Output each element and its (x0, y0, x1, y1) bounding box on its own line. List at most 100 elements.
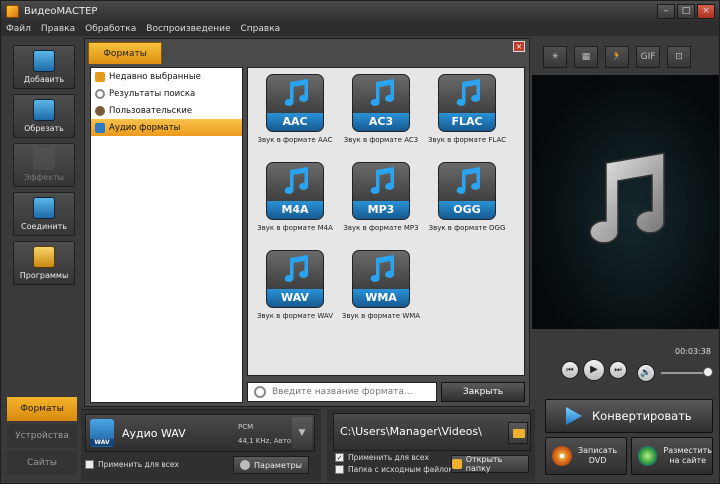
programs-label: Программы (19, 271, 69, 280)
format-tile-wav[interactable]: WAV Звук в формате WAV (254, 244, 336, 330)
category-search-results[interactable]: Результаты поиска (91, 85, 242, 102)
checkbox-box[interactable] (335, 465, 344, 474)
cut-button[interactable]: Обрезать (13, 94, 75, 138)
publish-site-line1: Разместить (663, 446, 712, 455)
m4a-caption: Звук в формате M4A (257, 224, 333, 232)
frame-icon[interactable]: ▦ (574, 46, 598, 68)
format-tile-mp3[interactable]: MP3 Звук в формате MP3 (340, 156, 422, 242)
category-recent-label: Недавно выбранные (109, 71, 201, 82)
burn-dvd-line2: DVD (588, 456, 607, 465)
title-bar: ВидеоМАСТЕР – □ × (1, 1, 719, 22)
mp3-caption: Звук в формате MP3 (343, 224, 419, 232)
next-button[interactable]: ⏭ (609, 361, 627, 379)
speed-icon[interactable]: 🏃 (605, 46, 629, 68)
menu-file[interactable]: Файл (1, 24, 36, 34)
output-path: C:\Users\Manager\Videos\ (340, 425, 482, 438)
category-audio-label: Аудио форматы (109, 122, 181, 133)
close-window-button[interactable]: × (697, 4, 715, 19)
ogg-caption: Звук в формате OGG (428, 224, 506, 232)
film-add-icon (33, 50, 55, 72)
publish-site-label: Разместить на сайте (663, 446, 712, 466)
format-tile-m4a[interactable]: M4A Звук в формате M4A (254, 156, 336, 242)
search-icon (254, 386, 266, 398)
menu-edit[interactable]: Правка (36, 24, 80, 34)
gear-icon (240, 460, 251, 470)
output-path-field[interactable]: C:\Users\Manager\Videos\ (333, 413, 531, 451)
music-note-icon (370, 255, 395, 282)
aac-code: AAC (267, 113, 323, 131)
category-custom[interactable]: Пользовательские (91, 102, 242, 119)
checkbox-checked[interactable]: ✓ (335, 453, 344, 462)
gif-icon[interactable]: GIF (636, 46, 660, 68)
checkbox-box[interactable] (85, 460, 94, 469)
effects-button[interactable]: Эффекты (13, 143, 75, 187)
minimize-button[interactable]: – (657, 4, 675, 19)
flac-code: FLAC (439, 113, 495, 131)
wma-code: WMA (353, 289, 409, 307)
format-tile-flac[interactable]: FLAC Звук в формате FLAC (426, 68, 508, 154)
parameters-button[interactable]: Параметры (233, 456, 309, 474)
selected-format-name: Аудио WAV (122, 427, 186, 440)
tab-devices[interactable]: Устройства (7, 424, 77, 448)
wav-badge: WAV (90, 439, 114, 446)
film-join-icon (33, 197, 55, 219)
format-selector[interactable]: WAV Аудио WAV PCM 44,1 KHz, Авто ▼ (85, 414, 315, 452)
category-recent[interactable]: Недавно выбранные (91, 68, 242, 85)
format-search-input[interactable] (272, 387, 432, 397)
tab-sites[interactable]: Сайты (7, 451, 77, 475)
dialog-close-button[interactable]: Закрыть (441, 382, 525, 402)
source-folder-label: Папка с исходным файлом (348, 465, 455, 474)
convert-button[interactable]: Конвертировать (545, 399, 713, 433)
aac-format-icon: AAC (266, 74, 324, 132)
play-button[interactable]: ▶ (583, 359, 605, 381)
browse-folder-button[interactable] (508, 422, 528, 444)
convert-label: Конвертировать (592, 409, 692, 423)
add-button[interactable]: Добавить (13, 45, 75, 89)
dialog-tab-formats[interactable]: Форматы (88, 42, 162, 64)
apply-all-path-checkbox[interactable]: ✓ Применить для всех (335, 453, 429, 462)
open-folder-button[interactable]: Открыть папку (451, 455, 529, 473)
format-tile-ogg[interactable]: OGG Звук в формате OGG (426, 156, 508, 242)
format-codec: PCM (238, 423, 254, 431)
menu-bar: Файл Правка Обработка Воспроизведение Сп… (1, 22, 719, 36)
burn-dvd-button[interactable]: Записать DVD (545, 437, 627, 475)
format-tile-aac[interactable]: AAC Звук в формате AAC (254, 68, 336, 154)
action-panel: Конвертировать Записать DVD Разместить на … (541, 393, 717, 481)
music-note-icon (370, 79, 395, 106)
apply-all-path-label: Применить для всех (348, 453, 429, 462)
burn-dvd-label: Записать DVD (578, 446, 617, 466)
player-controls: ⏮ ▶ ⏭ (561, 359, 627, 381)
publish-site-button[interactable]: Разместить на сайте (631, 437, 713, 475)
open-folder-label: Открыть папку (465, 455, 503, 473)
wav-caption: Звук в формате WAV (256, 312, 334, 320)
menu-playback[interactable]: Воспроизведение (141, 24, 235, 34)
apply-all-format-checkbox[interactable]: Применить для всех (85, 460, 179, 469)
volume-knob[interactable] (703, 367, 713, 377)
chevron-down-icon[interactable]: ▼ (292, 417, 312, 449)
film-cut-icon (33, 99, 55, 121)
menu-processing[interactable]: Обработка (80, 24, 141, 34)
crop-icon[interactable]: ⊡ (667, 46, 691, 68)
join-button[interactable]: Соединить (13, 192, 75, 236)
format-tile-wma[interactable]: WMA Звук в формате WMA (340, 244, 422, 330)
maximize-button[interactable]: □ (677, 4, 695, 19)
m4a-code: M4A (267, 201, 323, 219)
menu-help[interactable]: Справка (236, 24, 286, 34)
ogg-format-icon: OGG (438, 162, 496, 220)
previous-button[interactable]: ⏮ (561, 361, 579, 379)
programs-button[interactable]: Программы (13, 241, 75, 285)
volume-slider[interactable] (661, 372, 709, 374)
volume-icon[interactable]: 🔊 (637, 364, 655, 382)
format-tile-ac3[interactable]: AC3 Звук в формате AC3 (340, 68, 422, 154)
wma-format-icon: WMA (352, 250, 410, 308)
effects-icon (33, 148, 55, 170)
category-audio[interactable]: Аудио форматы (91, 119, 242, 136)
source-folder-checkbox[interactable]: Папка с исходным файлом (335, 465, 454, 474)
preview-toolbar: ☀ ▦ 🏃 GIF ⊡ (541, 43, 717, 71)
aac-caption: Звук в формате AAC (257, 136, 333, 144)
flac-format-icon: FLAC (438, 74, 496, 132)
brightness-icon[interactable]: ☀ (543, 46, 567, 68)
wav-code: WAV (267, 289, 323, 307)
tab-formats[interactable]: Форматы (7, 397, 77, 421)
dialog-close-icon[interactable]: × (513, 41, 525, 52)
